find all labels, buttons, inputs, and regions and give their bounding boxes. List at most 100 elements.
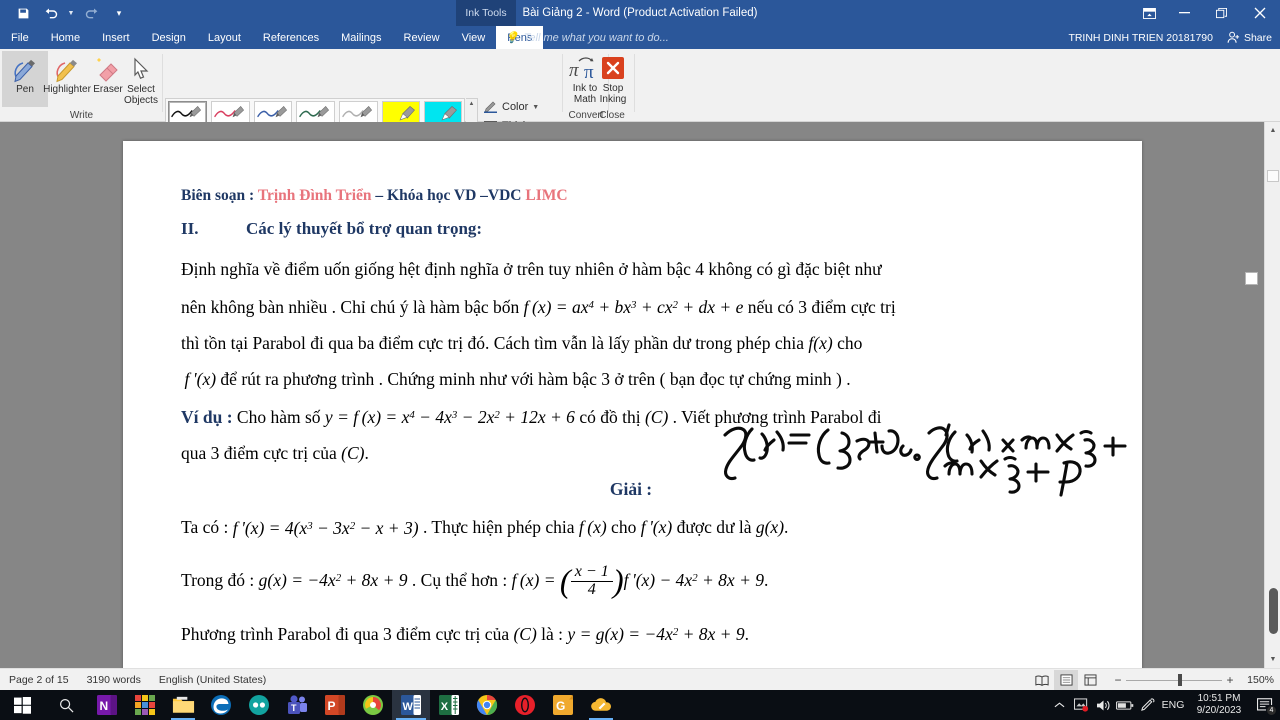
chrome-icon[interactable] (468, 690, 506, 720)
paragraph-definition: Định nghĩa về điểm uốn giống hệt định ng… (181, 251, 1081, 325)
window-controls (1132, 0, 1280, 26)
vertical-scrollbar[interactable]: ▲ ▼ (1264, 122, 1280, 668)
cloud-app-icon[interactable]: G (544, 690, 582, 720)
excel-icon[interactable]: X (430, 690, 468, 720)
pen-black-thin[interactable] (168, 101, 207, 125)
para1-line2-pre: nên không bàn nhiều . Chỉ chú ý là hàm b… (181, 297, 524, 318)
pen-blue-thin[interactable] (253, 101, 293, 125)
highlighter-yellow[interactable] (381, 101, 420, 125)
zoom-out-button[interactable]: − (1110, 673, 1126, 687)
scroll-split-handle[interactable] (1267, 170, 1279, 182)
document-page[interactable]: Biên soạn : Trịnh Đình Triển – Khóa học … (123, 141, 1142, 701)
ink-color-button[interactable]: Color ▼ (484, 101, 539, 113)
eraser-button-label: Eraser (93, 84, 123, 95)
zalo-icon[interactable] (354, 690, 392, 720)
tab-home[interactable]: Home (40, 26, 91, 49)
ribbon-group-close-label: Close (599, 110, 625, 121)
start-button[interactable] (0, 690, 44, 720)
word-count-status[interactable]: 3190 words (78, 674, 150, 686)
scroll-down-icon[interactable]: ▼ (1265, 651, 1280, 668)
eraser-icon (94, 54, 122, 84)
cloud-yellow-icon[interactable] (582, 690, 620, 720)
para1-line2-post: nếu có 3 điểm cực trị (743, 297, 896, 318)
document-text-body[interactable]: Biên soạn : Trịnh Đình Triển – Khóa học … (181, 187, 1081, 701)
volume-icon[interactable] (1092, 690, 1114, 720)
chrome-remote-icon[interactable] (240, 690, 278, 720)
file-explorer-icon[interactable] (164, 690, 202, 720)
tell-me-search[interactable]: 💡 Tell me what you want to do... (505, 26, 669, 49)
pen-gray-thin[interactable] (339, 101, 378, 125)
clock[interactable]: 10:51 PM 9/20/2023 (1188, 693, 1250, 717)
example-post: . Viết phương trình Parabol đi (668, 407, 882, 428)
formula-gx-1: g(x) (755, 517, 785, 538)
solution-label: Giải : (609, 479, 653, 500)
scrollbar-thumb[interactable] (1269, 588, 1278, 634)
select-objects-button[interactable]: Select Objects (120, 51, 162, 107)
read-mode-button[interactable] (1030, 670, 1054, 690)
powerpoint-icon[interactable]: P (316, 690, 354, 720)
edge-icon[interactable] (202, 690, 240, 720)
security-notification-icon[interactable] (1070, 690, 1092, 720)
show-hidden-icons-icon[interactable] (1048, 690, 1070, 720)
ribbon-display-options-icon[interactable] (1132, 0, 1166, 26)
pen-green-thin[interactable] (296, 101, 336, 125)
restore-button[interactable] (1203, 0, 1240, 26)
zoom-percent-label[interactable]: 150% (1238, 674, 1274, 686)
minimize-button[interactable] (1166, 0, 1203, 26)
share-button[interactable]: Share (1227, 31, 1272, 44)
page-number-status[interactable]: Page 2 of 15 (0, 674, 78, 686)
battery-icon[interactable] (1114, 690, 1136, 720)
highlighter-button[interactable]: Highlighter (40, 51, 94, 107)
language-indicator[interactable]: ENG (1158, 699, 1188, 711)
tab-file[interactable]: File (0, 26, 40, 49)
gallery-scroll-up-icon[interactable]: ▲ (469, 100, 475, 108)
zoom-slider[interactable]: − + (1110, 673, 1238, 687)
account-user-name[interactable]: TRINH DINH TRIEN 20181790 (1068, 32, 1227, 44)
close-button[interactable] (1240, 0, 1280, 26)
formula-fx-1: f(x) (808, 333, 833, 354)
web-layout-button[interactable] (1078, 670, 1102, 690)
zoom-track[interactable] (1126, 674, 1222, 686)
paragraph-taco: Ta có : f '(x) = 4(x3 − 3x2 − x + 3) . T… (181, 517, 789, 538)
taco-pre: Ta có : (181, 517, 233, 538)
document-canvas[interactable]: Biên soạn : Trịnh Đình Triển – Khóa học … (0, 122, 1280, 701)
tab-references[interactable]: References (252, 26, 330, 49)
para2-line2-post: để rút ra phương trình . Chứng minh như … (216, 369, 851, 390)
stop-inking-button[interactable]: Stop Inking (589, 51, 637, 107)
formula-gx-value: g(x) = −4x2 + 8x + 9 (258, 569, 408, 590)
print-layout-button[interactable] (1054, 670, 1078, 690)
stop-inking-line2: Inking (599, 94, 627, 105)
tab-view[interactable]: View (451, 26, 497, 49)
zoom-knob[interactable] (1178, 674, 1182, 686)
onenote-icon[interactable]: N (88, 690, 126, 720)
notification-center-icon[interactable]: 4 (1250, 690, 1280, 720)
pt-mid: là : (536, 624, 568, 644)
pt-pre: Phương trình Parabol đi qua 3 điểm cực t… (181, 624, 514, 644)
tab-design[interactable]: Design (141, 26, 197, 49)
language-status[interactable]: English (United States) (150, 674, 275, 686)
undo-dropdown-icon[interactable]: ▼ (66, 10, 76, 17)
pen-red-thin[interactable] (210, 101, 250, 125)
paragraph-parabola-result: Phương trình Parabol đi qua 3 điểm cực t… (181, 624, 749, 644)
customize-qat-icon[interactable]: ▾ (106, 2, 132, 24)
redo-icon[interactable] (78, 2, 104, 24)
zoom-in-button[interactable]: + (1222, 673, 1238, 687)
pen-tray-icon[interactable] (1136, 690, 1158, 720)
scroll-up-icon[interactable]: ▲ (1265, 122, 1280, 139)
ink-color-icon (484, 101, 497, 113)
tab-mailings[interactable]: Mailings (330, 26, 392, 49)
undo-icon[interactable] (38, 2, 64, 24)
search-icon[interactable] (44, 690, 88, 720)
tab-insert[interactable]: Insert (91, 26, 141, 49)
tab-review[interactable]: Review (393, 26, 451, 49)
opera-icon[interactable] (506, 690, 544, 720)
example-line2-pre: qua 3 điểm cực trị của (181, 443, 342, 464)
highlighter-cyan[interactable] (423, 101, 462, 125)
color-chevron-down-icon[interactable]: ▼ (532, 104, 539, 111)
word-icon[interactable]: W (392, 690, 430, 720)
formula-example-function: y = f (x) = x4 − 4x3 − 2x2 + 12x + 6 (324, 407, 575, 428)
teams-icon[interactable]: T (278, 690, 316, 720)
save-icon[interactable] (10, 2, 36, 24)
color-tiles-icon[interactable] (126, 690, 164, 720)
tab-layout[interactable]: Layout (197, 26, 252, 49)
